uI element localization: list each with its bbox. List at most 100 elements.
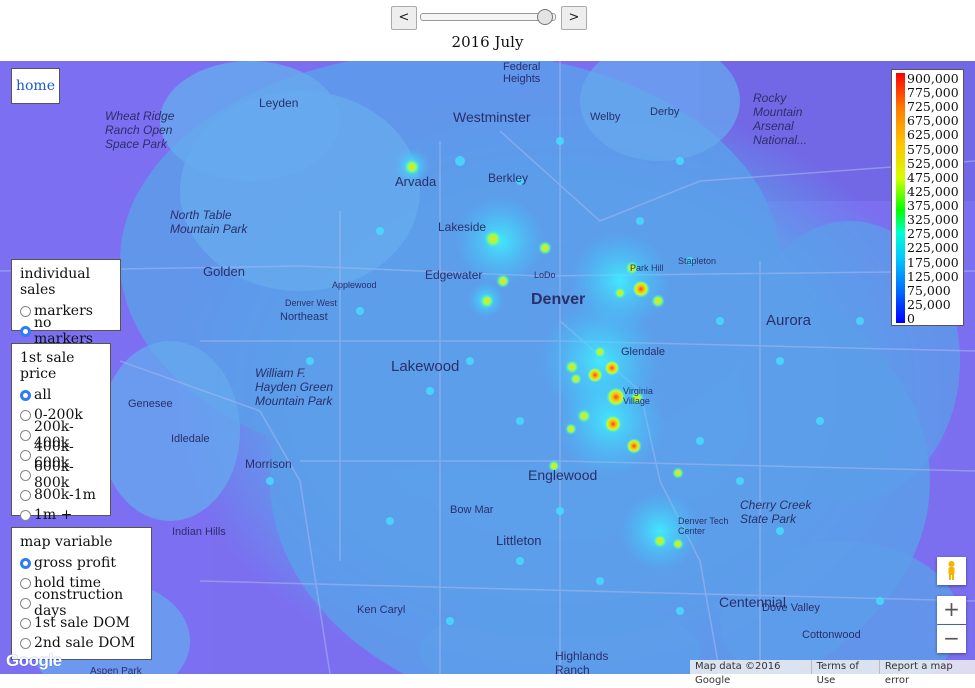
label-denver: Denver [531,291,586,308]
label-north-table-mountain: North Table Mountain Park [170,208,248,236]
label-bow-mar: Bow Mar [450,504,494,516]
radio-no-markers[interactable] [20,325,31,337]
option-construction-days[interactable]: construction days [20,587,143,619]
legend-label: 75,000 [907,282,951,298]
label-arvada: Arvada [395,174,437,189]
legend-label: 125,000 [907,268,959,284]
option-price-600k-800k[interactable]: 600k-800k [20,459,102,491]
label-aspen-park: Aspen Park [90,666,142,674]
label-cherry-creek: Cherry Creek State Park [740,498,812,526]
label-stapleton: Stapleton [678,256,717,266]
terms-of-use-link[interactable]: Terms of Use [810,660,879,686]
label-glendale: Glendale [621,346,666,358]
timeline-bar: < > 2016 July [0,0,975,61]
map-data-attribution: Map data ©2016 Google [695,661,781,686]
map-variable-title: map variable [20,534,113,550]
label-rocky-mountain-arsenal: Rocky Mountain Arsenal National... [753,91,808,147]
previous-month-button[interactable]: < [391,6,417,30]
radio-price-400k-600k[interactable] [20,449,31,461]
month-label: 2016 July [451,33,524,51]
legend-label: 375,000 [907,198,959,214]
street-view-pegman-icon[interactable] [937,557,966,585]
option-2nd-sale-dom[interactable]: 2nd sale DOM [20,633,143,653]
label-berkley: Berkley [488,171,529,185]
next-month-button[interactable]: > [561,6,587,30]
label-welby: Welby [590,111,621,123]
price-filter-panel: 1st sale price all 0-200k 200k-400k 400k… [11,343,111,523]
radio-hold-time[interactable] [20,577,31,589]
label-golden: Golden [203,264,245,279]
label-ken-caryl: Ken Caryl [357,604,406,616]
label-denver-tech-center: Denver Tech Center [678,516,729,536]
label-wheat-ridge-ranch: Wheat Ridge Ranch Open Space Park [105,109,175,151]
label-lakeside: Lakeside [438,220,487,234]
option-label: 1m + [34,507,73,523]
radio-2nd-sale-dom[interactable] [20,637,31,649]
legend-label: 0 [907,311,915,326]
radio-1st-sale-dom[interactable] [20,617,31,629]
color-legend: 900,000 775,000 725,000 675,000 625,000 575,0… [891,69,964,326]
label-aurora: Aurora [766,312,812,329]
legend-label: 525,000 [907,155,959,171]
legend-label: 675,000 [907,113,959,129]
label-hayden-park: William F. Hayden Green Mountain Park [255,366,334,408]
radio-price-600k-800k[interactable] [20,469,31,481]
legend-label: 725,000 [907,99,959,115]
option-label: 2nd sale DOM [34,635,136,651]
individual-sales-title: individual sales [20,266,91,298]
legend-label: 175,000 [907,254,959,270]
radio-price-1m-plus[interactable] [20,509,31,521]
label-lakewood: Lakewood [391,358,460,375]
radio-construction-days[interactable] [20,597,31,609]
legend-label: 900,000 [907,71,959,86]
legend-label: 775,000 [907,85,959,101]
option-label: gross profit [34,555,116,571]
radio-gross-profit[interactable] [20,557,31,569]
option-price-800k-1m[interactable]: 800k-1m [20,485,102,505]
slider-thumb[interactable] [537,9,553,25]
option-label: all [34,387,52,403]
legend-color-bar [896,73,905,323]
label-east-pleasant-view: Northeast [280,311,328,323]
option-no-markers[interactable]: no markers [20,315,112,347]
label-edgewater: Edgewater [425,268,483,282]
legend-label: 425,000 [907,183,959,199]
option-gross-profit[interactable]: gross profit [20,553,143,573]
option-price-1m-plus[interactable]: 1m + [20,505,102,525]
legend-label: 475,000 [907,169,959,185]
label-dove-valley: Dove Valley [762,602,820,614]
zoom-in-button[interactable]: + [937,596,966,624]
label-derby: Derby [650,106,680,118]
label-englewood: Englewood [528,467,598,483]
radio-price-0-200k[interactable] [20,409,31,421]
legend-label: 625,000 [907,127,959,143]
slider-track [420,13,556,21]
radio-price-200k-400k[interactable] [20,429,31,441]
label-lodo: LoDo [534,270,556,280]
label-cottonwood: Cottonwood [802,629,861,641]
option-label: 1st sale DOM [34,615,130,631]
label-morrison: Morrison [245,457,292,471]
month-slider[interactable] [420,9,556,25]
option-1st-sale-dom[interactable]: 1st sale DOM [20,613,143,633]
radio-markers[interactable] [20,305,31,317]
label-virginia-village: Virginia Village [623,386,653,406]
legend-label: 275,000 [907,226,959,242]
legend-label: 225,000 [907,240,959,256]
label-genesee: Genesee [128,398,173,410]
label-indian-hills: Indian Hills [172,526,226,538]
option-label: 800k-1m [34,487,96,503]
legend-label: 25,000 [907,296,951,312]
google-logo: Google [6,651,62,670]
home-button[interactable]: home [11,68,60,104]
label-denver-west: Denver West [285,298,337,308]
label-leyden: Leyden [259,96,299,110]
report-map-error-link[interactable]: Report a map error [878,660,975,686]
zoom-out-button[interactable]: − [937,625,966,653]
radio-price-800k-1m[interactable] [20,489,31,501]
radio-price-all[interactable] [20,389,31,401]
legend-label: 325,000 [907,212,959,228]
map-footer: Map data ©2016 Google Terms of Use Repor… [690,660,975,686]
price-filter-title: 1st sale price [20,350,75,382]
option-price-all[interactable]: all [20,385,102,405]
